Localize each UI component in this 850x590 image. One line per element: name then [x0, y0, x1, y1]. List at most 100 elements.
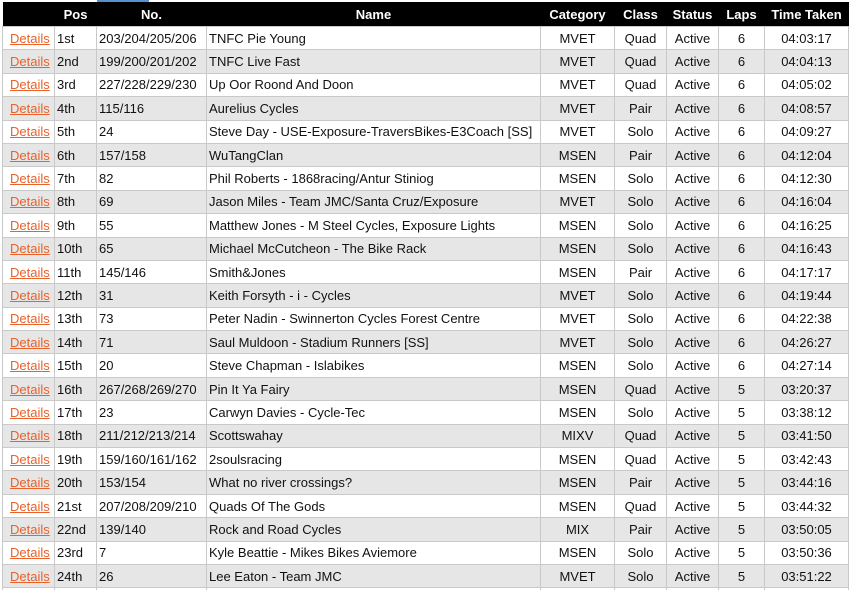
header-status[interactable]: Status: [666, 2, 719, 27]
class-cell: Solo: [614, 283, 667, 308]
time-taken-cell: 04:27:14: [764, 353, 849, 378]
time-taken-cell: 04:16:04: [764, 189, 849, 214]
details-cell: Details: [2, 330, 55, 354]
race-number-cell: 31: [96, 283, 207, 308]
details-link[interactable]: Details: [5, 288, 50, 303]
details-link[interactable]: Details: [5, 452, 50, 467]
category-cell: MSEN: [540, 400, 615, 425]
time-taken-cell: 03:50:36: [764, 540, 849, 565]
class-cell: Solo: [614, 563, 667, 588]
category-cell: MVET: [540, 25, 615, 50]
header-no[interactable]: No.: [96, 2, 207, 27]
details-link[interactable]: Details: [5, 54, 50, 69]
header-class[interactable]: Class: [614, 2, 667, 27]
class-cell: Solo: [614, 353, 667, 378]
details-cell: Details: [2, 517, 55, 542]
race-number-cell: 199/200/201/202: [96, 49, 207, 74]
status-cell: Active: [666, 72, 719, 97]
position-cell: 24th: [54, 563, 97, 588]
race-number-cell: 7: [96, 540, 207, 565]
time-taken-cell: 03:41:50: [764, 423, 849, 448]
details-link[interactable]: Details: [5, 428, 50, 443]
position-cell: 4th: [54, 96, 97, 121]
time-taken-cell: 03:44:16: [764, 470, 849, 495]
table-row: Details 11th 145/146 Smith&Jones MSEN Pair Act…: [2, 259, 849, 284]
category-cell: MSEN: [540, 470, 615, 495]
laps-cell: 6: [718, 306, 765, 331]
header-laps[interactable]: Laps: [718, 2, 765, 27]
details-link[interactable]: Details: [5, 218, 50, 233]
category-cell: MIX: [540, 517, 615, 542]
status-cell: Active: [666, 166, 719, 191]
table-row: Details 4th 115/116 Aurelius Cycles MVET Pair…: [2, 96, 849, 121]
table-row: Details 6th 157/158 WuTangClan MSEN Pair Activ…: [2, 142, 849, 167]
category-cell: MVET: [540, 283, 615, 308]
rider-name-cell: Smith&Jones: [206, 259, 541, 284]
details-cell: Details: [2, 72, 55, 97]
time-taken-cell: 04:17:17: [764, 259, 849, 284]
time-taken-cell: 03:50:05: [764, 517, 849, 542]
class-cell: Solo: [614, 540, 667, 565]
details-link[interactable]: Details: [5, 265, 50, 280]
details-link[interactable]: Details: [5, 77, 50, 92]
details-link[interactable]: Details: [5, 148, 50, 163]
laps-cell: 5: [718, 540, 765, 565]
position-cell: 23rd: [54, 540, 97, 565]
category-cell: MVET: [540, 119, 615, 144]
table-row: Details 2nd 199/200/201/202 TNFC Live Fast M…: [2, 49, 849, 74]
position-cell: 10th: [54, 236, 97, 261]
rider-name-cell: Keith Forsyth - i - Cycles: [206, 283, 541, 308]
position-cell: 3rd: [54, 72, 97, 97]
details-link[interactable]: Details: [5, 101, 50, 116]
details-link[interactable]: Details: [5, 124, 50, 139]
table-row: Details 3rd 227/228/229/230 Up Oor Roond An…: [2, 72, 849, 97]
details-link[interactable]: Details: [5, 499, 50, 514]
time-taken-cell: 04:08:57: [764, 96, 849, 121]
laps-cell: 6: [718, 49, 765, 74]
details-link[interactable]: Details: [5, 194, 50, 209]
race-number-cell: 227/228/229/230: [96, 72, 207, 97]
details-link[interactable]: Details: [5, 382, 50, 397]
details-link[interactable]: Details: [5, 311, 50, 326]
position-cell: 17th: [54, 400, 97, 425]
header-name[interactable]: Name: [206, 2, 541, 27]
laps-cell: 6: [718, 25, 765, 50]
table-row: Details 20th 153/154 What no river crossing…: [2, 470, 849, 495]
table-row: Details 15th 20 Steve Chapman - Islabikes MS…: [2, 353, 849, 378]
table-row: Details 13th 73 Peter Nadin - Swinnerton Cy…: [2, 306, 849, 331]
details-link[interactable]: Details: [5, 569, 50, 584]
header-time-taken[interactable]: Time Taken: [764, 2, 849, 27]
class-cell: Pair: [614, 96, 667, 121]
race-number-cell: 23: [96, 400, 207, 425]
details-link[interactable]: Details: [5, 475, 50, 490]
rider-name-cell: Steve Chapman - Islabikes: [206, 353, 541, 378]
position-cell: 6th: [54, 142, 97, 167]
details-link[interactable]: Details: [5, 335, 50, 350]
category-cell: MSEN: [540, 166, 615, 191]
category-cell: MSEN: [540, 259, 615, 284]
details-link[interactable]: Details: [5, 358, 50, 373]
position-cell: 9th: [54, 213, 97, 238]
time-taken-cell: 04:12:04: [764, 142, 849, 167]
race-number-cell: 159/160/161/162: [96, 447, 207, 471]
position-cell: 22nd: [54, 517, 97, 542]
details-link[interactable]: Details: [5, 522, 50, 537]
details-link[interactable]: Details: [5, 31, 50, 46]
details-link[interactable]: Details: [5, 545, 50, 560]
rider-name-cell: Michael McCutcheon - The Bike Rack: [206, 236, 541, 261]
status-cell: Active: [666, 493, 719, 518]
race-number-cell: 153/154: [96, 470, 207, 495]
category-cell: MVET: [540, 49, 615, 74]
details-link[interactable]: Details: [5, 241, 50, 256]
details-link[interactable]: Details: [5, 171, 50, 186]
class-cell: Solo: [614, 330, 667, 354]
status-cell: Active: [666, 330, 719, 354]
header-category[interactable]: Category: [540, 2, 615, 27]
class-cell: Solo: [614, 400, 667, 425]
details-link[interactable]: Details: [5, 405, 50, 420]
rider-name-cell: Kyle Beattie - Mikes Bikes Aviemore: [206, 540, 541, 565]
category-cell: MVET: [540, 96, 615, 121]
header-pos[interactable]: Pos: [54, 2, 97, 27]
rider-name-cell: 2soulsracing: [206, 447, 541, 471]
rider-name-cell: Steve Day - USE-Exposure-TraversBikes-E3…: [206, 119, 541, 144]
